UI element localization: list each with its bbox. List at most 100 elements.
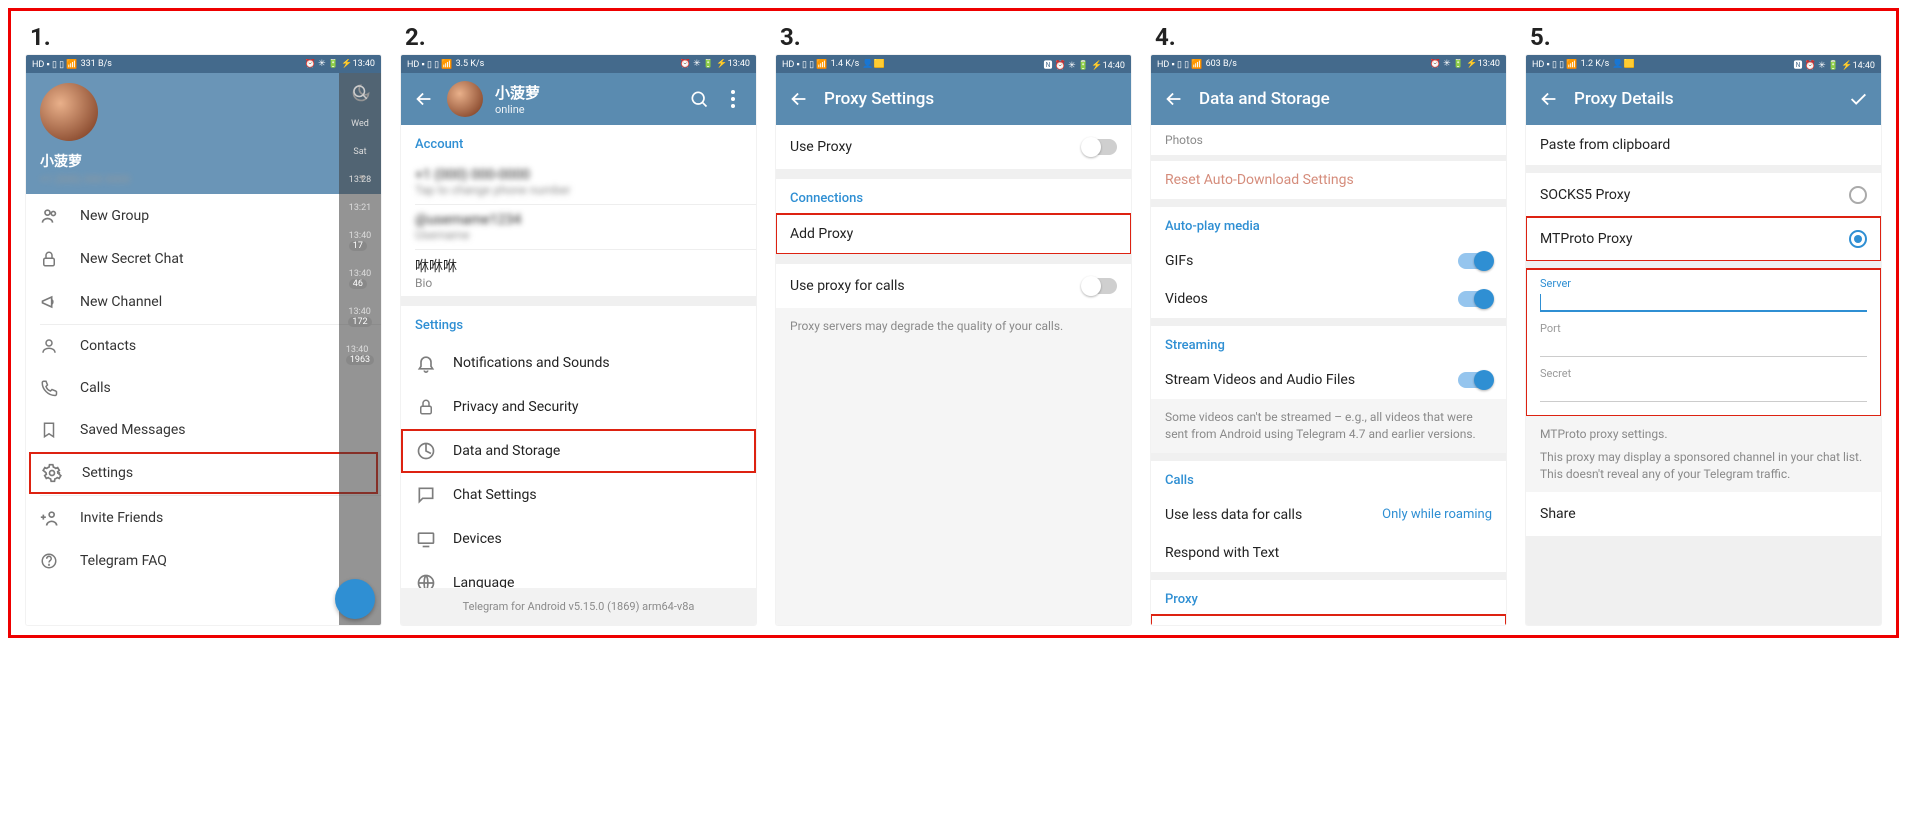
status-right: 🅽 ⏰ ✳ 🔋 ⚡14:40 [1043, 58, 1125, 71]
secret-label: Secret [1540, 367, 1867, 380]
mtproto-radio[interactable] [1849, 230, 1867, 248]
socks5-radio[interactable] [1849, 186, 1867, 204]
phone-row[interactable]: +1 (000) 000-0000Tap to change phone num… [401, 160, 756, 204]
back-arrow-icon[interactable] [1163, 88, 1185, 110]
bg-badge: 17 [349, 241, 367, 251]
bell-icon [415, 352, 437, 374]
menu-new-channel[interactable]: New Channel [26, 280, 381, 324]
share-row[interactable]: Share [1526, 492, 1881, 536]
bg-time: Sat [353, 147, 366, 157]
field-value: 咻咻咻 [415, 256, 457, 276]
back-arrow-icon[interactable] [413, 88, 435, 110]
videos-toggle[interactable] [1458, 291, 1492, 307]
status-right: ⏰ ✳ 🔋 ⚡13:40 [1430, 59, 1500, 69]
menu-contacts[interactable]: Contacts [26, 325, 381, 367]
menu-calls[interactable]: Calls [26, 367, 381, 409]
status-bar: HD ▪ ▯ ▯ 📶 331 B/s ⏰ ✳ 🔋 ⚡13:40 [26, 55, 381, 73]
port-field[interactable]: Port [1526, 318, 1881, 363]
drawer-header: 小菠萝 +1 (000) 000 0000 ▼ [26, 73, 381, 194]
search-icon[interactable] [688, 88, 710, 110]
mtproto-row[interactable]: MTProto Proxy [1526, 217, 1881, 261]
drawer-username: 小菠萝 [40, 151, 367, 171]
phone-icon [40, 379, 60, 397]
account-header: Account [401, 125, 756, 160]
confirm-check-icon[interactable] [1847, 88, 1869, 110]
bio-row[interactable]: 咻咻咻Bio [401, 250, 756, 296]
menu-faq[interactable]: Telegram FAQ [26, 540, 381, 582]
lock-icon [415, 396, 437, 418]
menu-saved[interactable]: Saved Messages [26, 409, 381, 451]
field-sub: Tap to change phone number [415, 183, 571, 197]
proxy-header-label: Proxy [1151, 580, 1506, 615]
privacy-row[interactable]: Privacy and Security [401, 385, 756, 429]
photos-row[interactable]: Photos [1151, 125, 1506, 155]
language-row[interactable]: Language [401, 561, 756, 588]
port-label: Port [1540, 322, 1867, 335]
secret-field[interactable]: Secret [1526, 363, 1881, 408]
notifications-row[interactable]: Notifications and Sounds [401, 341, 756, 385]
less-data-value: Only while roaming [1382, 507, 1492, 522]
chat-settings-row[interactable]: Chat Settings [401, 473, 756, 517]
use-proxy-row[interactable]: Use Proxy [776, 125, 1131, 169]
search-icon [351, 83, 369, 101]
back-arrow-icon[interactable] [1538, 88, 1560, 110]
gifs-row[interactable]: GIFs [1151, 242, 1506, 280]
calls-header: Calls [1151, 461, 1506, 496]
step-number: 2. [405, 23, 756, 51]
settings-header: 小菠萝 online [401, 73, 756, 125]
back-arrow-icon[interactable] [788, 88, 810, 110]
calls-toggle[interactable] [1083, 278, 1117, 294]
proxy-settings-row[interactable]: Proxy Settings [1151, 615, 1506, 625]
socks5-row[interactable]: SOCKS5 Proxy [1526, 173, 1881, 217]
profile-name: 小菠萝 [495, 82, 676, 103]
data-scroll: Photos Reset Auto-Download Settings Auto… [1151, 125, 1506, 625]
bg-time: 13:40 [348, 307, 370, 317]
avatar[interactable] [40, 83, 98, 141]
respond-row[interactable]: Respond with Text [1151, 534, 1506, 572]
bg-time: 13:40 [349, 231, 371, 241]
avatar[interactable] [447, 81, 483, 117]
mtproto-note: MTProto proxy settings. This proxy may d… [1526, 416, 1881, 492]
step-1: 1. HD ▪ ▯ ▯ 📶 331 B/s ⏰ ✳ 🔋 ⚡13:40 小菠萝 +… [26, 23, 381, 625]
data-storage-row[interactable]: Data and Storage [401, 429, 756, 473]
bg-time: 13:40 [346, 345, 368, 355]
menu-invite[interactable]: Invite Friends [26, 496, 381, 540]
settings-header-label: Settings [401, 306, 756, 341]
menu-new-group[interactable]: New Group [26, 194, 381, 238]
step-3: 3. HD ▪ ▯ ▯ 📶 1.4 K/s 👤🟨 🅽 ⏰ ✳ 🔋 ⚡14:40 … [776, 23, 1131, 625]
bg-time: 13:21 [349, 203, 371, 213]
paste-row[interactable]: Paste from clipboard [1526, 125, 1881, 165]
status-net: 3.5 K/s [456, 59, 485, 69]
videos-row[interactable]: Videos [1151, 280, 1506, 318]
status-left: HD ▪ ▯ ▯ 📶 [32, 59, 78, 70]
use-proxy-calls-row[interactable]: Use proxy for calls [776, 264, 1131, 308]
username-row[interactable]: @username1234Username [401, 205, 756, 249]
more-icon[interactable] [722, 88, 744, 110]
phone-1: HD ▪ ▯ ▯ 📶 331 B/s ⏰ ✳ 🔋 ⚡13:40 小菠萝 +1 (… [26, 55, 381, 625]
reset-row[interactable]: Reset Auto-Download Settings [1151, 161, 1506, 199]
use-proxy-toggle[interactable] [1083, 139, 1117, 155]
add-proxy-row[interactable]: Add Proxy [776, 214, 1131, 254]
person-icon [40, 337, 60, 355]
server-field[interactable]: Server [1526, 273, 1881, 318]
data-icon [415, 440, 437, 462]
help-icon [40, 552, 60, 570]
menu-settings[interactable]: Settings [28, 451, 379, 495]
data-storage-header: Data and Storage [1151, 73, 1506, 125]
devices-row[interactable]: Devices [401, 517, 756, 561]
less-data-row[interactable]: Use less data for callsOnly while roamin… [1151, 496, 1506, 534]
field-sub: Username [415, 228, 521, 242]
proxy-note: Proxy servers may degrade the quality of… [776, 308, 1131, 625]
text-cursor [1540, 294, 1541, 310]
status-left: HD ▪ ▯ ▯ 📶 [782, 59, 828, 70]
status-net: 603 B/s [1206, 59, 1237, 69]
gifs-toggle[interactable] [1458, 253, 1492, 269]
status-left: HD ▪ ▯ ▯ 📶 [1532, 59, 1578, 70]
menu-new-secret-chat[interactable]: New Secret Chat [26, 238, 381, 280]
status-bar: HD ▪ ▯ ▯ 📶 1.2 K/s 👤🟨 🅽 ⏰ ✳ 🔋 ⚡14:40 [1526, 55, 1881, 73]
stream-toggle[interactable] [1458, 372, 1492, 388]
stream-row[interactable]: Stream Videos and Audio Files [1151, 361, 1506, 399]
new-message-fab[interactable] [335, 579, 375, 619]
group-icon [40, 206, 60, 226]
field-sub: Bio [415, 276, 457, 290]
